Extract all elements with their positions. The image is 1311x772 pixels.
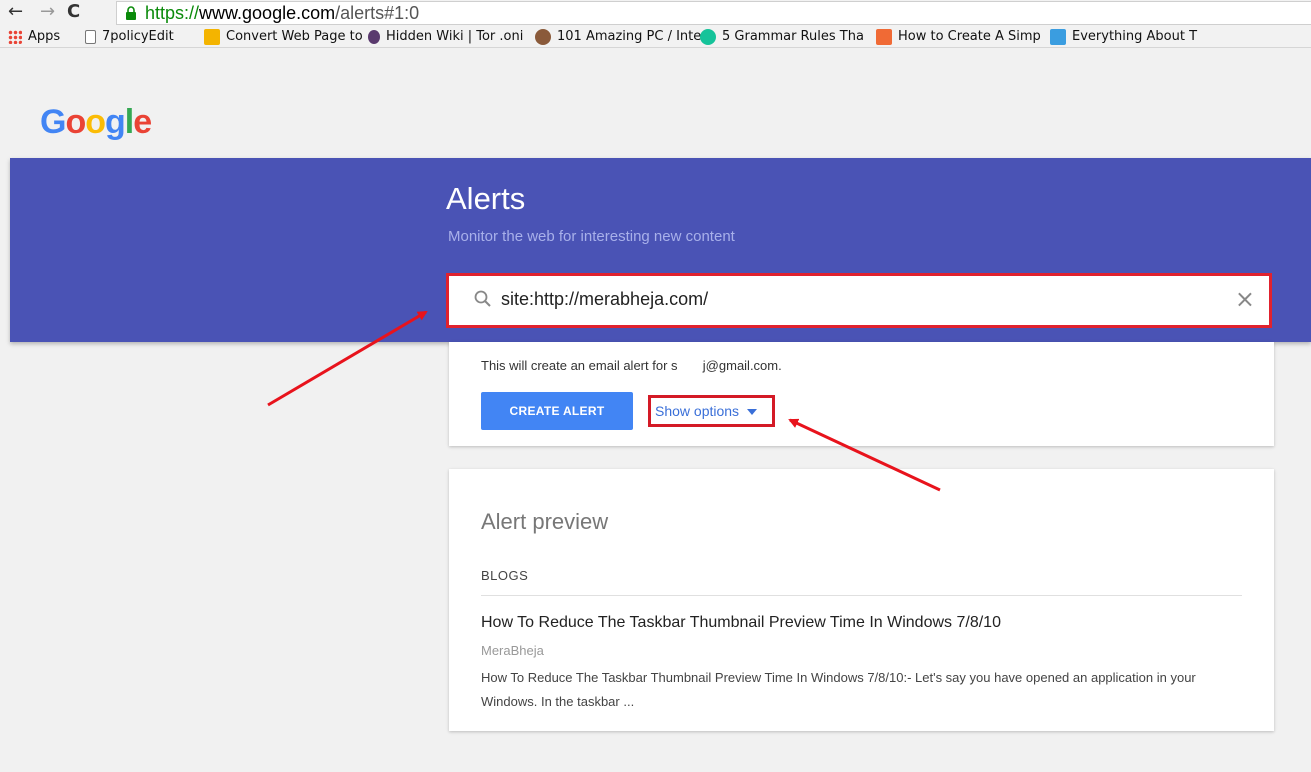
create-alert-button[interactable]: CREATE ALERT [481,392,633,430]
preview-heading: Alert preview [481,509,609,534]
forward-arrow-icon[interactable]: → [40,3,55,21]
show-options-button[interactable]: Show options [648,395,775,427]
plus-icon [876,29,892,45]
google-logo[interactable]: Google [40,103,152,142]
preview-category: BLOGS [481,568,529,583]
result-source: MeraBheja [481,643,544,658]
bookmarks-bar: Apps 7policyEdit Convert Web Page to Hid… [0,25,1311,48]
show-options-label: Show options [655,403,740,419]
folder-icon [204,29,220,45]
browser-toolbar: ← → C https://www.google.com/alerts#1:0 [0,0,1311,25]
bookmark-create-simple[interactable]: How to Create A Simp [876,28,1041,46]
alert-create-card: This will create an email alert for s j@… [449,342,1274,446]
result-snippet: How To Reduce The Taskbar Thumbnail Prev… [481,670,1196,709]
bookmark-apps[interactable]: Apps [8,28,60,46]
avatar-icon [535,29,551,45]
chevron-down-icon [747,409,758,415]
page-title: Alerts [446,181,526,216]
b-icon [1050,29,1066,45]
apps-grid-icon [8,30,22,44]
alert-preview-card: Alert preview BLOGS How To Reduce The Ta… [449,469,1274,731]
email-alert-info: This will create an email alert for s j@… [481,358,782,373]
back-arrow-icon[interactable]: ← [8,3,23,21]
lock-icon [126,6,136,20]
close-icon[interactable]: × [1235,286,1255,312]
grammarly-icon [700,29,716,45]
onion-icon [368,30,380,44]
address-bar[interactable]: https://www.google.com/alerts#1:0 [116,1,1311,25]
bookmark-convert[interactable]: Convert Web Page to [204,28,363,46]
search-icon [474,290,491,307]
bookmark-101-amazing[interactable]: 101 Amazing PC / Inte [535,28,701,46]
reload-icon[interactable]: C [67,3,80,21]
bookmark-grammar[interactable]: 5 Grammar Rules Tha [700,28,864,46]
bookmark-everything[interactable]: Everything About T [1050,28,1197,46]
divider [481,595,1242,596]
bookmark-hidden-wiki[interactable]: Hidden Wiki | Tor .oni [368,28,523,46]
document-icon [85,30,96,44]
bookmark-policyedit[interactable]: 7policyEdit [85,28,174,46]
alert-search-box[interactable]: site:http://merabheja.com/ × [446,273,1272,328]
page-subtitle: Monitor the web for interesting new cont… [448,228,735,245]
url-text: https://www.google.com/alerts#1:0 [145,3,420,23]
result-title-link[interactable]: How To Reduce The Taskbar Thumbnail Prev… [481,614,1001,632]
search-input[interactable]: site:http://merabheja.com/ [501,288,708,310]
